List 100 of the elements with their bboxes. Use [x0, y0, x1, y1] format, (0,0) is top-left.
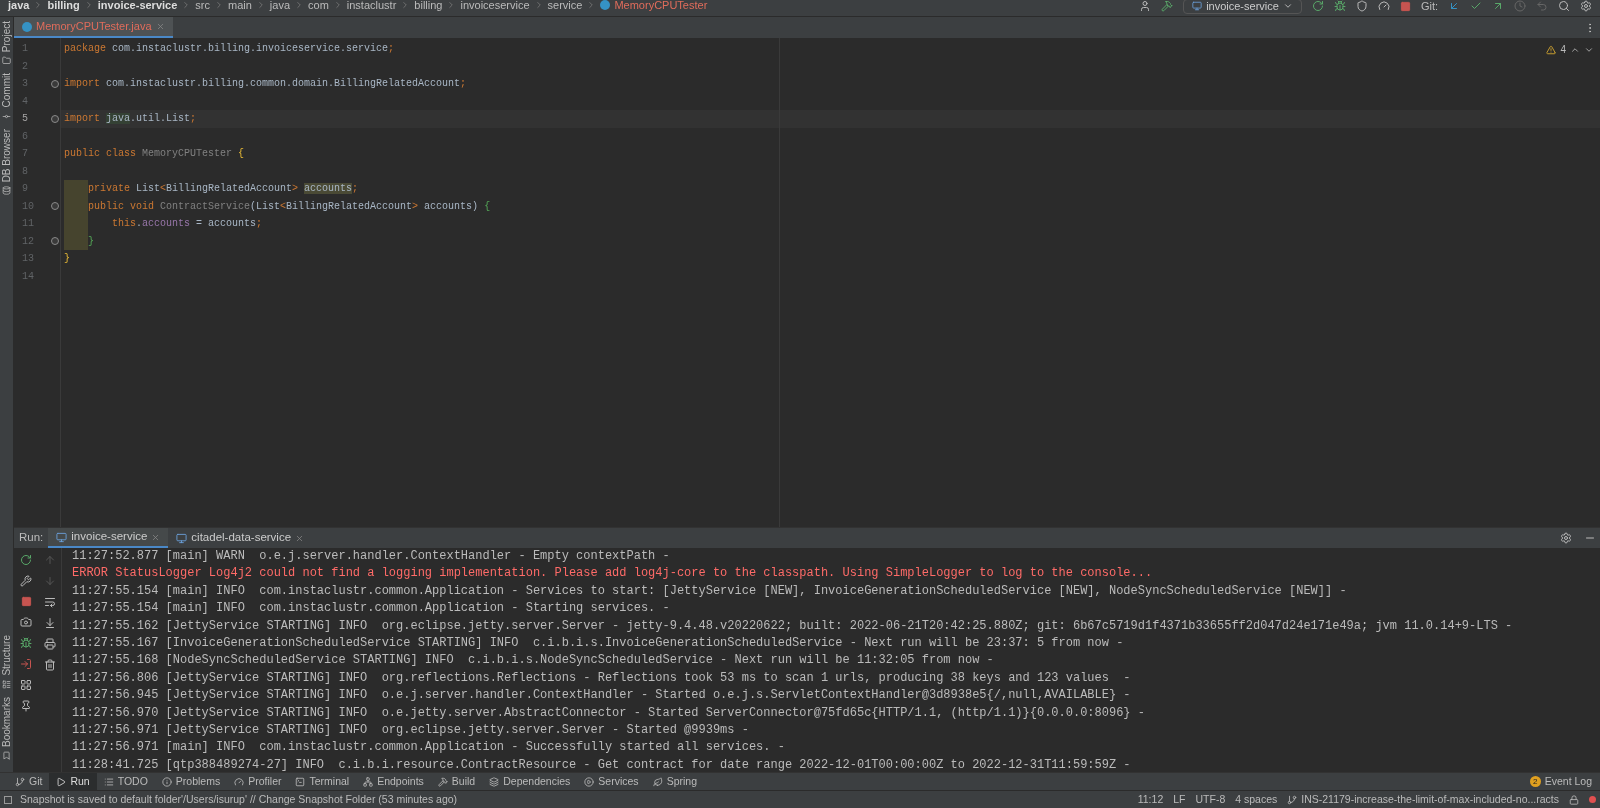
- indent-setting[interactable]: 4 spaces: [1235, 791, 1278, 808]
- error-log-line: ERROR StatusLogger Log4j2 could not find a logging implementation. Please add log4j-core to the classpath. Using SimpleLogger to log to the console...: [72, 565, 1154, 583]
- tab-label: invoice-service: [71, 529, 148, 545]
- encoding[interactable]: UTF-8: [1195, 791, 1226, 808]
- hammer-icon[interactable]: [1161, 0, 1174, 12]
- commit-icon[interactable]: [1470, 0, 1482, 12]
- git-label: Git:: [1420, 0, 1438, 14]
- line-number: 14: [22, 269, 34, 284]
- breadcrumb-item[interactable]: com: [308, 0, 329, 14]
- update-project-icon[interactable]: [1448, 0, 1460, 12]
- tool-window-tab[interactable]: Terminal: [288, 773, 357, 790]
- side-tool-tab[interactable]: Project: [0, 17, 13, 70]
- breadcrumb-item[interactable]: billing: [47, 0, 80, 14]
- side-tool-tab[interactable]: Structure: [0, 631, 13, 693]
- breadcrumb-item[interactable]: java: [8, 0, 30, 14]
- breadcrumb-item[interactable]: invoiceservice: [460, 0, 530, 14]
- line-number: 3: [22, 77, 28, 92]
- stop-icon[interactable]: [1399, 0, 1411, 12]
- warning-count[interactable]: 4: [1560, 42, 1566, 57]
- pin-icon[interactable]: [20, 700, 32, 712]
- tool-window-tab[interactable]: TODO: [96, 773, 155, 790]
- fold-marker-icon[interactable]: [50, 79, 59, 88]
- monitor-icon: [176, 532, 188, 544]
- breadcrumb-item[interactable]: instaclustr: [346, 0, 397, 14]
- layout-icon[interactable]: [20, 679, 32, 691]
- bug-icon[interactable]: [20, 637, 32, 649]
- scroll-to-end-icon[interactable]: [43, 617, 56, 629]
- coverage-icon[interactable]: [1355, 0, 1368, 12]
- fold-marker-icon[interactable]: [50, 114, 59, 123]
- caret-icon: [1282, 1, 1293, 11]
- tool-window-tab[interactable]: Build: [430, 773, 483, 790]
- rerun-icon[interactable]: [1311, 0, 1324, 12]
- fold-marker-icon[interactable]: [50, 237, 59, 246]
- printer-icon[interactable]: [43, 638, 56, 650]
- settings-icon[interactable]: [1560, 532, 1572, 544]
- breadcrumb-item[interactable]: main: [228, 0, 252, 14]
- error-indicator-icon[interactable]: [1589, 796, 1596, 803]
- side-tool-tab[interactable]: DB Browser: [0, 124, 13, 199]
- code-line: this.accounts = accounts;: [111, 217, 263, 232]
- tool-window-tab[interactable]: Spring: [645, 773, 704, 790]
- tool-window-icon: [103, 776, 114, 787]
- console-tab[interactable]: invoice-service: [48, 528, 169, 548]
- lock-icon[interactable]: [1569, 794, 1579, 805]
- tool-window-icon: [161, 776, 172, 787]
- fold-marker-icon[interactable]: [50, 202, 59, 211]
- stop-icon[interactable]: [20, 596, 32, 607]
- breadcrumb-item[interactable]: invoice-service: [97, 0, 178, 14]
- breadcrumb-item[interactable]: java: [269, 0, 290, 14]
- tool-window-icon: [363, 776, 374, 787]
- chevron-separator-icon: [294, 0, 304, 10]
- cursor-position[interactable]: 11:12: [1137, 791, 1164, 808]
- side-tool-tab[interactable]: Commit: [0, 69, 13, 125]
- debug-icon[interactable]: [1333, 0, 1346, 12]
- tool-window-icon: [15, 776, 25, 787]
- soft-wrap-icon[interactable]: [43, 596, 56, 608]
- rerun-icon[interactable]: [20, 554, 32, 566]
- trash-icon[interactable]: [43, 659, 56, 671]
- camera-icon[interactable]: [20, 616, 32, 628]
- tool-window-tab[interactable]: Problems: [154, 773, 228, 790]
- monitor-icon: [1192, 1, 1203, 11]
- tool-window-tab[interactable]: Dependencies: [482, 773, 578, 790]
- breadcrumb-item[interactable]: MemoryCPUTester: [614, 0, 708, 14]
- breadcrumb-item[interactable]: src: [195, 0, 210, 14]
- warning-icon[interactable]: [1546, 44, 1557, 55]
- log-line: 11:27:55.168 [NodeSyncScheduledService STARTING] INFO c.i.b.i.s.NodeSyncScheduledService - Next run will be 11:32:05 from now -: [72, 652, 995, 670]
- user-icon[interactable]: [1139, 0, 1152, 12]
- tool-window-icon: [234, 776, 245, 787]
- tool-window-icon: [295, 776, 306, 787]
- wrench-icon[interactable]: [20, 575, 32, 587]
- panel-toggle-icon[interactable]: [4, 795, 12, 804]
- exit-icon[interactable]: [20, 658, 32, 670]
- profiler-icon[interactable]: [1377, 0, 1390, 12]
- run-panel-title: Run:: [18, 530, 45, 546]
- tool-window-tab[interactable]: Git: [8, 773, 50, 790]
- tool-window-icon: [56, 776, 67, 787]
- close-icon[interactable]: [151, 532, 161, 542]
- log-line: 11:27:55.154 [main] INFO com.instaclustr.common.Application - Services to start: [JettyService [NEW], InvoiceGenerationScheduledService [NEW], NodeSyncScheduledService [NEW]] -: [72, 582, 1348, 600]
- code-line: private List<BillingRelatedAccount> accounts;: [88, 182, 359, 197]
- side-tool-tab[interactable]: Bookmarks: [0, 693, 13, 764]
- breadcrumb-item[interactable]: service: [547, 0, 583, 14]
- settings-icon[interactable]: [1580, 0, 1592, 12]
- log-line: 11:27:56.971 [main] INFO com.instaclustr.common.Application - Successfully started all services. -: [72, 739, 786, 757]
- event-log-button[interactable]: 2 Event Log: [1529, 773, 1592, 790]
- search-icon[interactable]: [1558, 0, 1570, 12]
- breadcrumb-item[interactable]: billing: [414, 0, 443, 14]
- tool-window-tab[interactable]: Run: [49, 773, 97, 790]
- line-number: 13: [22, 252, 34, 267]
- close-icon[interactable]: [295, 533, 305, 543]
- tool-window-tab[interactable]: Profiler: [227, 773, 289, 790]
- tool-window-tab[interactable]: Services: [577, 773, 646, 790]
- tool-window-icon: [437, 776, 448, 787]
- git-branch-button[interactable]: INS-21179-increase-the-limit-of-max-included-no...racts: [1287, 791, 1559, 808]
- tab-label: citadel-data-service: [191, 530, 292, 546]
- log-line: 11:27:55.154 [main] INFO com.instaclustr.common.Application - Starting services. -: [72, 600, 671, 618]
- log-line: 11:27:55.167 [InvoiceGenerationScheduledService STARTING] INFO c.i.b.i.s.InvoiceGenerationScheduledService - Next run will be 23:37: 5 from now -: [72, 635, 1125, 653]
- push-icon[interactable]: [1492, 0, 1504, 12]
- console-tab[interactable]: citadel-data-service: [168, 528, 313, 548]
- run-configuration-dropdown[interactable]: invoice-service: [1183, 0, 1302, 14]
- tool-window-tab[interactable]: Endpoints: [356, 773, 431, 790]
- line-ending[interactable]: LF: [1173, 791, 1186, 808]
